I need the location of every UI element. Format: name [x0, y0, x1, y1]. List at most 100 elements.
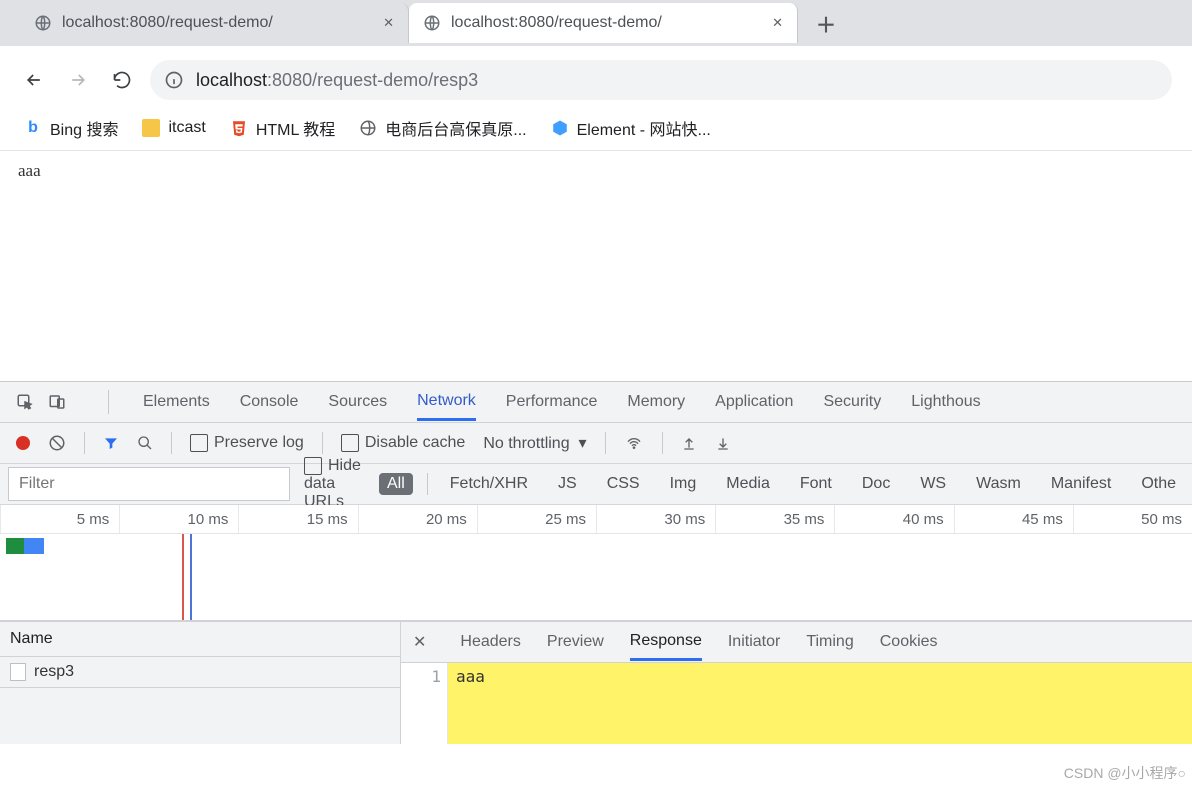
nav-buttons: [24, 70, 132, 90]
clear-button[interactable]: [48, 434, 66, 452]
chip-img[interactable]: Img: [662, 473, 705, 495]
time-scale: 5 ms 10 ms 15 ms 20 ms 25 ms 30 ms 35 ms…: [0, 505, 1192, 534]
record-button[interactable]: [16, 436, 30, 450]
chip-font[interactable]: Font: [792, 473, 840, 495]
chip-media[interactable]: Media: [718, 473, 778, 495]
network-details: Name resp3 ✕ Headers Preview Response In…: [0, 621, 1192, 744]
tab-application[interactable]: Application: [715, 385, 793, 419]
tab-sources[interactable]: Sources: [328, 385, 387, 419]
bookmark-ecadmin[interactable]: 电商后台高保真原...: [359, 116, 526, 140]
waterfall-bar: [24, 538, 44, 554]
element-icon: [551, 119, 569, 137]
disable-cache-checkbox[interactable]: Disable cache: [341, 434, 466, 452]
waterfall-bar: [6, 538, 24, 554]
url-bar-row: localhost:8080/request-demo/resp3: [0, 46, 1192, 108]
browser-tab-strip: localhost:8080/request-demo/ ✕ localhost…: [0, 0, 1192, 46]
folder-icon: [142, 119, 160, 137]
detail-tab-preview[interactable]: Preview: [547, 625, 604, 659]
reload-button[interactable]: [112, 70, 132, 90]
close-detail-icon[interactable]: ✕: [413, 632, 426, 652]
bookmark-itcast[interactable]: itcast: [142, 119, 205, 137]
bookmark-label: Bing 搜索: [50, 116, 118, 140]
browser-tab-1[interactable]: localhost:8080/request-demo/ ✕: [409, 3, 798, 43]
chip-manifest[interactable]: Manifest: [1043, 473, 1119, 495]
request-name: resp3: [34, 663, 74, 681]
tab-close-icon[interactable]: ✕: [772, 15, 783, 31]
time-tick: 5 ms: [0, 505, 119, 533]
request-row[interactable]: resp3: [0, 657, 400, 688]
chip-ws[interactable]: WS: [912, 473, 954, 495]
browser-tab-title: localhost:8080/request-demo/: [62, 14, 373, 32]
detail-tab-initiator[interactable]: Initiator: [728, 625, 780, 659]
request-detail-panel: ✕ Headers Preview Response Initiator Tim…: [401, 622, 1192, 744]
bookmark-bing[interactable]: b Bing 搜索: [24, 116, 118, 140]
back-button[interactable]: [24, 70, 44, 90]
upload-har-icon[interactable]: [681, 435, 697, 451]
bookmark-html[interactable]: HTML 教程: [230, 116, 335, 140]
response-text[interactable]: aaa: [448, 663, 1192, 744]
globe-icon: [423, 14, 441, 32]
tab-elements[interactable]: Elements: [143, 385, 210, 419]
filter-icon[interactable]: [103, 435, 119, 451]
bookmark-element[interactable]: Element - 网站快...: [551, 116, 711, 140]
browser-tab-0[interactable]: localhost:8080/request-demo/ ✕: [20, 3, 409, 43]
html5-icon: [230, 119, 248, 137]
tab-network[interactable]: Network: [417, 384, 476, 421]
detail-tabs: ✕ Headers Preview Response Initiator Tim…: [401, 622, 1192, 663]
time-tick: 30 ms: [596, 505, 715, 533]
globe-icon: [359, 119, 377, 137]
throttling-select[interactable]: No throttling ▾: [483, 433, 586, 453]
watermark: CSDN @小小程序○: [1064, 763, 1186, 783]
filter-input[interactable]: [8, 467, 290, 501]
tab-lighthouse[interactable]: Lighthous: [911, 385, 980, 419]
waterfall-canvas: [0, 534, 1192, 620]
detail-tab-headers[interactable]: Headers: [460, 625, 520, 659]
bookmark-label: Element - 网站快...: [577, 116, 711, 140]
device-toggle-icon[interactable]: [48, 393, 66, 411]
search-icon[interactable]: [137, 435, 153, 451]
network-conditions-icon[interactable]: [624, 435, 644, 451]
chip-doc[interactable]: Doc: [854, 473, 898, 495]
bookmarks-bar: b Bing 搜索 itcast HTML 教程 电商后台高保真原... Ele…: [0, 108, 1192, 150]
tab-performance[interactable]: Performance: [506, 385, 598, 419]
url-bar[interactable]: localhost:8080/request-demo/resp3: [150, 60, 1172, 100]
globe-icon: [34, 14, 52, 32]
domcontentloaded-line: [182, 534, 184, 620]
bookmark-label: itcast: [168, 119, 205, 137]
detail-tab-timing[interactable]: Timing: [806, 625, 853, 659]
time-tick: 25 ms: [477, 505, 596, 533]
detail-tab-cookies[interactable]: Cookies: [880, 625, 938, 659]
chip-fetch-xhr[interactable]: Fetch/XHR: [442, 473, 536, 495]
time-tick: 45 ms: [954, 505, 1073, 533]
preserve-log-checkbox[interactable]: Preserve log: [190, 434, 304, 452]
download-har-icon[interactable]: [715, 435, 731, 451]
chip-other[interactable]: Othe: [1133, 473, 1184, 495]
chip-all[interactable]: All: [379, 473, 413, 495]
chip-wasm[interactable]: Wasm: [968, 473, 1029, 495]
bookmark-label: 电商后台高保真原...: [385, 116, 526, 140]
file-icon: [10, 663, 26, 681]
tab-close-icon[interactable]: ✕: [383, 15, 394, 31]
devtools-tabs: Elements Console Sources Network Perform…: [0, 382, 1192, 423]
network-waterfall[interactable]: 5 ms 10 ms 15 ms 20 ms 25 ms 30 ms 35 ms…: [0, 505, 1192, 621]
request-list-header[interactable]: Name: [0, 622, 400, 657]
tab-security[interactable]: Security: [823, 385, 881, 419]
chip-js[interactable]: JS: [550, 473, 585, 495]
detail-tab-response[interactable]: Response: [630, 624, 702, 661]
time-tick: 10 ms: [119, 505, 238, 533]
time-tick: 40 ms: [834, 505, 953, 533]
tab-console[interactable]: Console: [240, 385, 299, 419]
time-tick: 50 ms: [1073, 505, 1192, 533]
forward-button[interactable]: [68, 70, 88, 90]
inspect-icon[interactable]: [16, 393, 34, 411]
url-text: localhost:8080/request-demo/resp3: [196, 70, 478, 91]
new-tab-button[interactable]: ＋: [808, 5, 844, 41]
request-list: Name resp3: [0, 622, 401, 744]
devtools-panel: Elements Console Sources Network Perform…: [0, 381, 1192, 744]
load-line: [190, 534, 192, 620]
site-info-icon[interactable]: [164, 70, 184, 90]
tab-memory[interactable]: Memory: [627, 385, 685, 419]
bookmark-label: HTML 教程: [256, 116, 335, 140]
chip-css[interactable]: CSS: [599, 473, 648, 495]
hide-data-urls-checkbox[interactable]: Hide data URLs: [304, 457, 365, 511]
